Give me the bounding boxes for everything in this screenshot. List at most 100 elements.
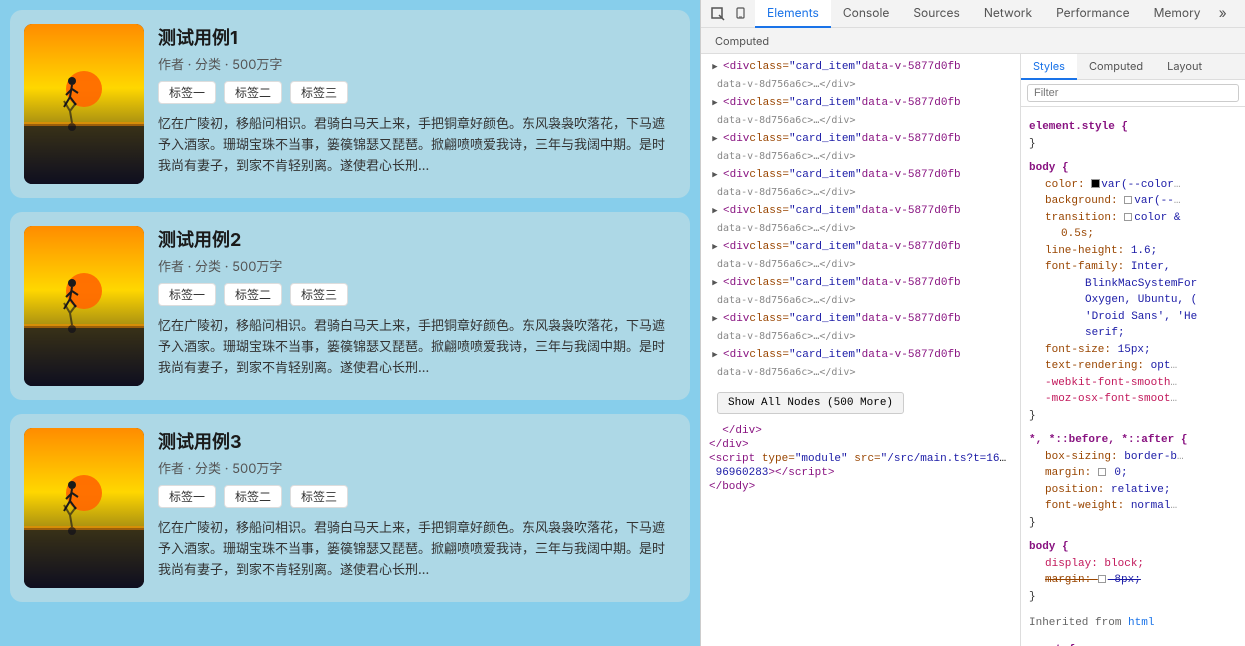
devtools-panel: Elements Console Sources Network Perform… <box>700 0 1245 646</box>
tag-1-1: 标签一 <box>158 81 216 104</box>
tree-row[interactable]: data-v-8d756a6c>…</div> <box>701 256 1020 274</box>
expand-arrow-icon[interactable]: ▶ <box>709 241 721 253</box>
card-meta-3: 作者 · 分类 · 500万字 <box>158 458 676 477</box>
expand-arrow-icon[interactable]: ▶ <box>709 97 721 109</box>
expand-arrow-icon[interactable]: ▶ <box>709 277 721 289</box>
tag-3-1: 标签一 <box>158 485 216 508</box>
device-toolbar-icon[interactable] <box>731 3 753 25</box>
tree-row[interactable]: data-v-8d756a6c>…</div> <box>701 364 1020 382</box>
css-prop-line-height: line-height: 1.6; <box>1029 243 1237 260</box>
styles-subtabs: Styles Computed Layout <box>1021 54 1245 80</box>
tab-console[interactable]: Console <box>831 0 901 28</box>
card-meta-2: 作者 · 分类 · 500万字 <box>158 256 676 275</box>
card-desc-1: 忆在广陵初，移船问相识。君骑白马天上来，手把铜章好颜色。东风袅袅吹落花，下马遮予… <box>158 114 676 176</box>
script-tag-row: <script type="module" src="/src/main.ts?… <box>701 452 1020 466</box>
closing-div-tag: </div> <box>701 424 1020 438</box>
subtab-computed[interactable]: Computed <box>1077 54 1155 80</box>
color-swatch <box>1091 179 1100 188</box>
css-prop-font-family: font-family: Inter, <box>1029 259 1237 276</box>
card-tags-3: 标签一 标签二 标签三 <box>158 485 676 508</box>
arrow-icon <box>1124 213 1132 221</box>
tree-row[interactable]: ▶ <div class="card_item" data-v-5877d0fb <box>701 346 1020 364</box>
css-prop-display: display: block; <box>1029 556 1237 573</box>
css-prop-color: color: var(--color… <box>1029 177 1237 194</box>
expand-arrow-icon[interactable]: ▶ <box>709 313 721 325</box>
css-selector-body-display: body { <box>1029 539 1237 556</box>
card-title-3: 测试用例3 <box>158 428 676 454</box>
card-item-2[interactable]: 测试用例2 作者 · 分类 · 500万字 标签一 标签二 标签三 忆在广陵初，… <box>10 212 690 400</box>
tab-sources[interactable]: Sources <box>901 0 972 28</box>
closing-body-tag: </body> <box>701 480 1020 494</box>
expand-arrow-icon[interactable]: ▶ <box>709 169 721 181</box>
card-tags-1: 标签一 标签二 标签三 <box>158 81 676 104</box>
css-prop-margin: margin: 0; <box>1029 465 1237 482</box>
tab-network[interactable]: Network <box>972 0 1044 28</box>
styles-panel: Styles Computed Layout element.style { }… <box>1021 54 1245 646</box>
tree-row[interactable]: ▶ <div class="card_item" data-v-5877d0fb <box>701 238 1020 256</box>
more-tabs-icon[interactable]: » <box>1213 5 1233 22</box>
expand-arrow-icon[interactable]: ▶ <box>709 133 721 145</box>
tree-row[interactable]: ▶ <div class="card_item" data-v-5877d0fb <box>701 274 1020 292</box>
tree-row[interactable]: data-v-8d756a6c>…</div> <box>701 184 1020 202</box>
expand-arrow-icon[interactable]: ▶ <box>709 205 721 217</box>
show-all-nodes-button[interactable]: Show All Nodes (500 More) <box>717 392 904 414</box>
card-content-3: 测试用例3 作者 · 分类 · 500万字 标签一 标签二 标签三 忆在广陵初，… <box>158 428 676 580</box>
tree-row[interactable]: ▶ <div class="card_item" data-v-5877d0fb <box>701 58 1020 76</box>
css-prop-margin-striked: margin: 8px; <box>1029 572 1237 589</box>
css-selector-universal: *, *::before, *::after { <box>1029 432 1237 449</box>
tree-row[interactable]: data-v-8d756a6c>…</div> <box>701 112 1020 130</box>
tree-row[interactable]: data-v-8d756a6c>…</div> <box>701 148 1020 166</box>
tag-2-1: 标签一 <box>158 283 216 306</box>
styles-filter-row <box>1021 80 1245 107</box>
devtools-body: ▶ <div class="card_item" data-v-5877d0fb… <box>701 54 1245 646</box>
css-font-family-cont2: Oxygen, Ubuntu, ( <box>1029 292 1237 309</box>
webpage-panel: 测试用例1 作者 · 分类 · 500万字 标签一 标签二 标签三 忆在广陵初，… <box>0 0 700 646</box>
arrow-icon <box>1124 196 1132 204</box>
body-display-rule: body { display: block; margin: 8px; } <box>1029 539 1237 605</box>
card-image-2 <box>24 226 144 386</box>
css-close-brace: } <box>1029 136 1237 153</box>
css-prop-webkit-font: -webkit-font-smooth… <box>1029 375 1237 392</box>
script-tag-row-2: 96960283></script> <box>701 466 1020 480</box>
tab-memory[interactable]: Memory <box>1142 0 1213 28</box>
tag-3-3: 标签三 <box>290 485 348 508</box>
expand-arrow-icon[interactable]: ▶ <box>709 349 721 361</box>
element-style-rule: element.style { } <box>1029 119 1237 152</box>
tree-row[interactable]: ▶ <div class="card_item" data-v-5877d0fb <box>701 310 1020 328</box>
tab-computed[interactable]: Computed <box>705 28 779 54</box>
card-item-1[interactable]: 测试用例1 作者 · 分类 · 500万字 标签一 标签二 标签三 忆在广陵初，… <box>10 10 690 198</box>
tab-elements[interactable]: Elements <box>755 0 831 28</box>
styles-filter-input[interactable] <box>1027 84 1239 102</box>
tag-2-3: 标签三 <box>290 283 348 306</box>
css-prop-font-size: font-size: 15px; <box>1029 342 1237 359</box>
tree-row[interactable]: data-v-8d756a6c>…</div> <box>701 292 1020 310</box>
elements-tree[interactable]: ▶ <div class="card_item" data-v-5877d0fb… <box>701 54 1021 646</box>
card-desc-3: 忆在广陵初，移船问相识。君骑白马天上来，手把铜章好颜色。东风袅袅吹落花，下马遮予… <box>158 518 676 580</box>
css-prop-transition: transition: color & <box>1029 210 1237 227</box>
card-title-2: 测试用例2 <box>158 226 676 252</box>
universal-rule: *, *::before, *::after { box-sizing: bor… <box>1029 432 1237 531</box>
css-prop-transition-cont: 0.5s; <box>1029 226 1237 243</box>
tree-row[interactable]: ▶ <div class="card_item" data-v-5877d0fb <box>701 94 1020 112</box>
tree-row[interactable]: data-v-8d756a6c>…</div> <box>701 76 1020 94</box>
tree-row[interactable]: ▶ <div class="card_item" data-v-5877d0fb <box>701 166 1020 184</box>
tree-row[interactable]: ▶ <div class="card_item" data-v-5877d0fb <box>701 130 1020 148</box>
subtab-styles[interactable]: Styles <box>1021 54 1077 80</box>
css-prop-background: background: var(--… <box>1029 193 1237 210</box>
card-item-3[interactable]: 测试用例3 作者 · 分类 · 500万字 标签一 标签二 标签三 忆在广陵初，… <box>10 414 690 602</box>
inspect-element-icon[interactable] <box>707 3 729 25</box>
tree-row[interactable]: data-v-8d756a6c>…</div> <box>701 220 1020 238</box>
arrow-icon <box>1098 468 1106 476</box>
expand-arrow-icon[interactable]: ▶ <box>709 61 721 73</box>
devtools-tabs: Elements Console Sources Network Perform… <box>755 0 1233 28</box>
tab-performance[interactable]: Performance <box>1044 0 1141 28</box>
card-image-1 <box>24 24 144 184</box>
card-desc-2: 忆在广陵初，移船问相识。君骑白马天上来，手把铜章好颜色。东风袅袅吹落花，下马遮予… <box>158 316 676 378</box>
css-close-brace-body: } <box>1029 408 1237 425</box>
card-title-1: 测试用例1 <box>158 24 676 50</box>
tree-row[interactable]: ▶ <div class="card_item" data-v-5877d0fb <box>701 202 1020 220</box>
tree-row[interactable]: data-v-8d756a6c>…</div> <box>701 328 1020 346</box>
css-prop-moz-osx: -moz-osx-font-smoot… <box>1029 391 1237 408</box>
css-prop-position: position: relative; <box>1029 482 1237 499</box>
subtab-layout[interactable]: Layout <box>1155 54 1214 80</box>
